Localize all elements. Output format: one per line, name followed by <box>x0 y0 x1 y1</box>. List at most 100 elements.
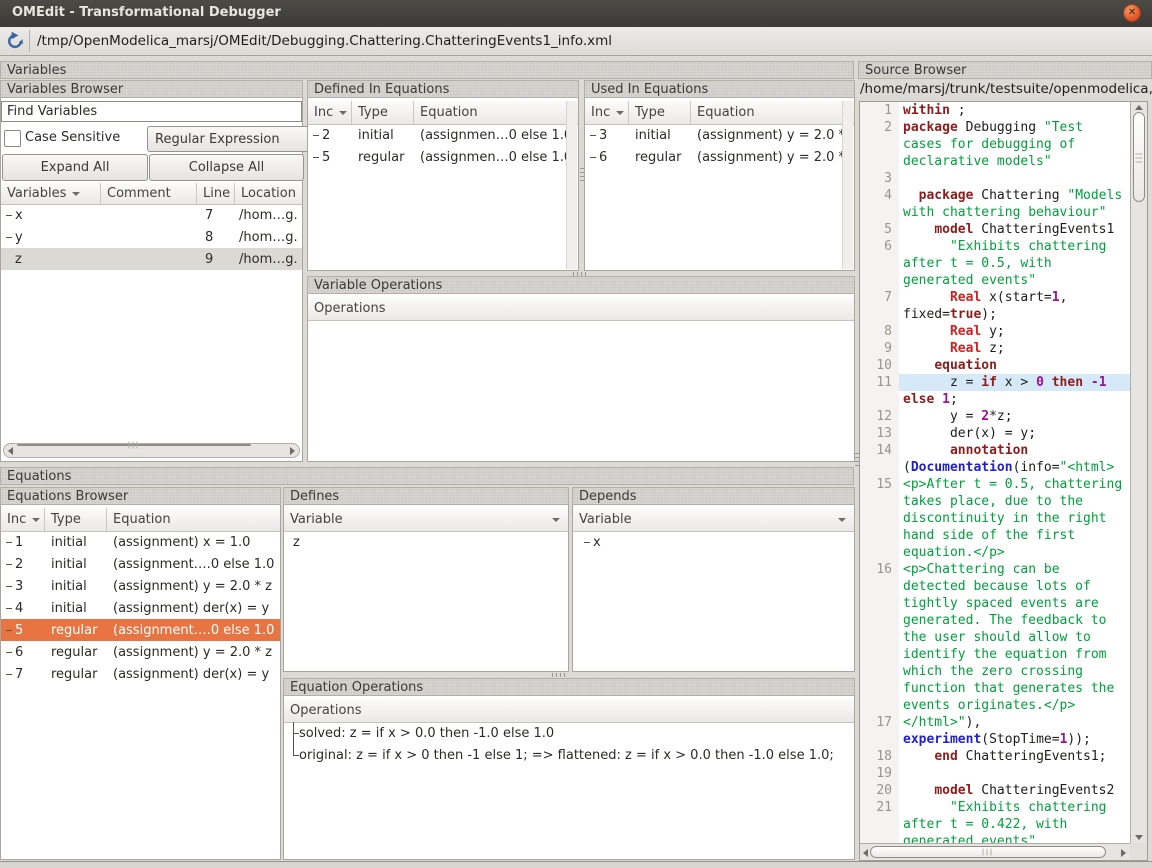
scroll-left-icon[interactable] <box>8 447 13 455</box>
code-line[interactable]: 8 Real y; <box>860 323 1130 340</box>
code-line[interactable]: function that generates the <box>860 680 1130 697</box>
code-line[interactable]: 19 <box>860 765 1130 782</box>
column-header-line[interactable]: Line <box>197 183 235 204</box>
code-line[interactable]: (Documentation(info="<html> <box>860 459 1130 476</box>
scroll-right-icon[interactable] <box>1121 849 1126 857</box>
equation-row[interactable]: 6regular(assignment) y = 2.0 * z <box>1 641 280 663</box>
code-line[interactable]: identify the equation from <box>860 646 1130 663</box>
column-header-equation[interactable]: Equation <box>691 101 854 124</box>
variables-dock-title[interactable]: Variables <box>0 61 854 79</box>
code-line[interactable]: generated. The feedback to <box>860 612 1130 629</box>
variable-row[interactable]: x7/hom…g. <box>1 204 302 226</box>
code-line[interactable]: experiment(StopTime=1)); <box>860 731 1130 748</box>
column-header-equation[interactable]: Equation <box>414 101 578 124</box>
used-in-equations-header[interactable]: Used In Equations <box>584 80 855 98</box>
code-line[interactable]: 18 end ChatteringEvents1; <box>860 748 1130 765</box>
equations-browser-header[interactable]: Equations Browser <box>0 487 281 505</box>
equation-row[interactable]: 3initial(assignment) y = 2.0 * z <box>1 575 280 597</box>
defines-header[interactable]: Defines <box>283 487 569 505</box>
equation-row[interactable]: 6regular(assignment) y = 2.0 * z <box>585 146 842 168</box>
code-line[interactable]: 3 <box>860 170 1130 187</box>
column-header-inc[interactable]: Inc <box>1 508 45 531</box>
variable-row[interactable]: z9/hom…g. <box>1 248 302 270</box>
code-line[interactable]: tightly spaced events are <box>860 595 1130 612</box>
variables-horizontal-scrollbar[interactable] <box>3 443 300 458</box>
equation-row[interactable]: 7regular(assignment) der(x) = y <box>1 663 280 685</box>
code-line[interactable]: after t = 0.5, with <box>860 255 1130 272</box>
depends-header[interactable]: Depends <box>572 487 855 505</box>
code-line[interactable]: the user should allow to <box>860 629 1130 646</box>
scroll-right-icon[interactable] <box>290 447 295 455</box>
equation-row[interactable]: 5regular(assignmen…0 else 1.0 <box>308 146 566 168</box>
column-header-comment[interactable]: Comment <box>101 183 197 204</box>
equations-dock-title[interactable]: Equations <box>0 467 854 485</box>
variables-browser-header[interactable]: Variables Browser <box>0 80 303 98</box>
equation-row[interactable]: 5regular(assignment….0 else 1.0 <box>1 619 280 641</box>
operation-row[interactable]: solved: z = if x > 0.0 then -1.0 else 1.… <box>288 722 854 744</box>
equation-row[interactable]: 2initial(assignmen…0 else 1.0 <box>308 124 566 146</box>
column-header-inc[interactable]: Inc <box>308 101 352 124</box>
operation-row[interactable]: original: z = if x > 0 then -1 else 1; =… <box>288 744 854 766</box>
variable-row[interactable]: z <box>284 531 568 553</box>
scrollbar-thumb[interactable] <box>17 444 251 446</box>
horizontal-splitter-handle[interactable] <box>552 673 568 677</box>
code-line[interactable]: else 1; <box>860 391 1130 408</box>
column-header-operations[interactable]: Operations <box>308 297 854 320</box>
equation-operations-header[interactable]: Equation Operations <box>283 678 855 696</box>
code-line[interactable]: 1within ; <box>860 102 1130 119</box>
title-bar[interactable]: OMEdit - Transformational Debugger ✕ <box>0 0 1152 27</box>
code-line[interactable]: hand side of the first <box>860 527 1130 544</box>
column-header-variables[interactable]: Variables <box>1 183 101 204</box>
variable-row[interactable]: x <box>573 531 854 553</box>
code-line[interactable]: 12 y = 2*z; <box>860 408 1130 425</box>
code-line[interactable]: 17</html>"), <box>860 714 1130 731</box>
close-button[interactable]: ✕ <box>1123 4 1141 22</box>
code-line[interactable]: 6 "Exhibits chattering <box>860 238 1130 255</box>
code-line[interactable]: fixed=true); <box>860 306 1130 323</box>
code-line[interactable]: takes place, due to the <box>860 493 1130 510</box>
column-header-variable[interactable]: Variable <box>284 508 568 531</box>
equation-row[interactable]: 4initial(assignment) der(x) = y <box>1 597 280 619</box>
code-line[interactable]: 16<p>Chattering can be <box>860 561 1130 578</box>
scroll-up-icon[interactable] <box>1135 105 1143 110</box>
code-line[interactable]: 21 "Exhibits chattering <box>860 799 1130 816</box>
code-horizontal-scrollbar[interactable] <box>860 843 1130 860</box>
defined-in-equations-header[interactable]: Defined In Equations <box>307 80 579 98</box>
case-sensitive-checkbox[interactable] <box>4 130 21 147</box>
vertical-splitter-handle[interactable] <box>580 165 584 181</box>
code-line[interactable]: which the zero crossing <box>860 663 1130 680</box>
code-line[interactable]: equation.</p> <box>860 544 1130 561</box>
expand-all-button[interactable]: Expand All <box>2 154 148 181</box>
equation-row[interactable]: 3initial(assignment) y = 2.0 * z <box>585 124 842 146</box>
code-line[interactable]: 7 Real x(start=1, <box>860 289 1130 306</box>
column-header-inc[interactable]: Inc <box>585 101 629 124</box>
column-header-type[interactable]: Type <box>629 101 691 124</box>
code-line[interactable]: 13 der(x) = y; <box>860 425 1130 442</box>
code-line[interactable]: declarative models" <box>860 153 1130 170</box>
used-in-vertical-scrollbar[interactable] <box>842 101 853 269</box>
find-variables-input[interactable] <box>1 101 302 122</box>
code-line[interactable]: 4 package Chattering "Models <box>860 187 1130 204</box>
code-line[interactable]: 10 equation <box>860 357 1130 374</box>
code-line[interactable]: 14 annotation <box>860 442 1130 459</box>
collapse-all-button[interactable]: Collapse All <box>149 154 304 181</box>
defined-in-vertical-scrollbar[interactable] <box>566 101 577 269</box>
code-line[interactable]: discontinuity in the right <box>860 510 1130 527</box>
equation-row[interactable]: 1initial(assignment) x = 1.0 <box>1 531 280 553</box>
column-header-operations[interactable]: Operations <box>284 699 854 722</box>
scroll-down-icon[interactable] <box>1135 835 1143 840</box>
code-line[interactable]: generated events" <box>860 272 1130 289</box>
reload-icon[interactable] <box>5 31 25 51</box>
code-vertical-scrollbar[interactable] <box>1130 102 1147 843</box>
column-header-location[interactable]: Location <box>235 183 302 204</box>
code-line[interactable]: cases for debugging of <box>860 136 1130 153</box>
scrollbar-thumb[interactable] <box>1133 112 1145 202</box>
code-line[interactable]: 15<p>After t = 0.5, chattering <box>860 476 1130 493</box>
column-header-variable[interactable]: Variable <box>573 508 854 531</box>
column-header-equation[interactable]: Equation <box>107 508 280 531</box>
code-line[interactable]: with chattering behaviour" <box>860 204 1130 221</box>
match-mode-combobox[interactable]: Regular Expression <box>147 126 331 152</box>
scrollbar-thumb[interactable] <box>870 846 1106 858</box>
code-line[interactable]: 9 Real z; <box>860 340 1130 357</box>
column-header-type[interactable]: Type <box>352 101 414 124</box>
